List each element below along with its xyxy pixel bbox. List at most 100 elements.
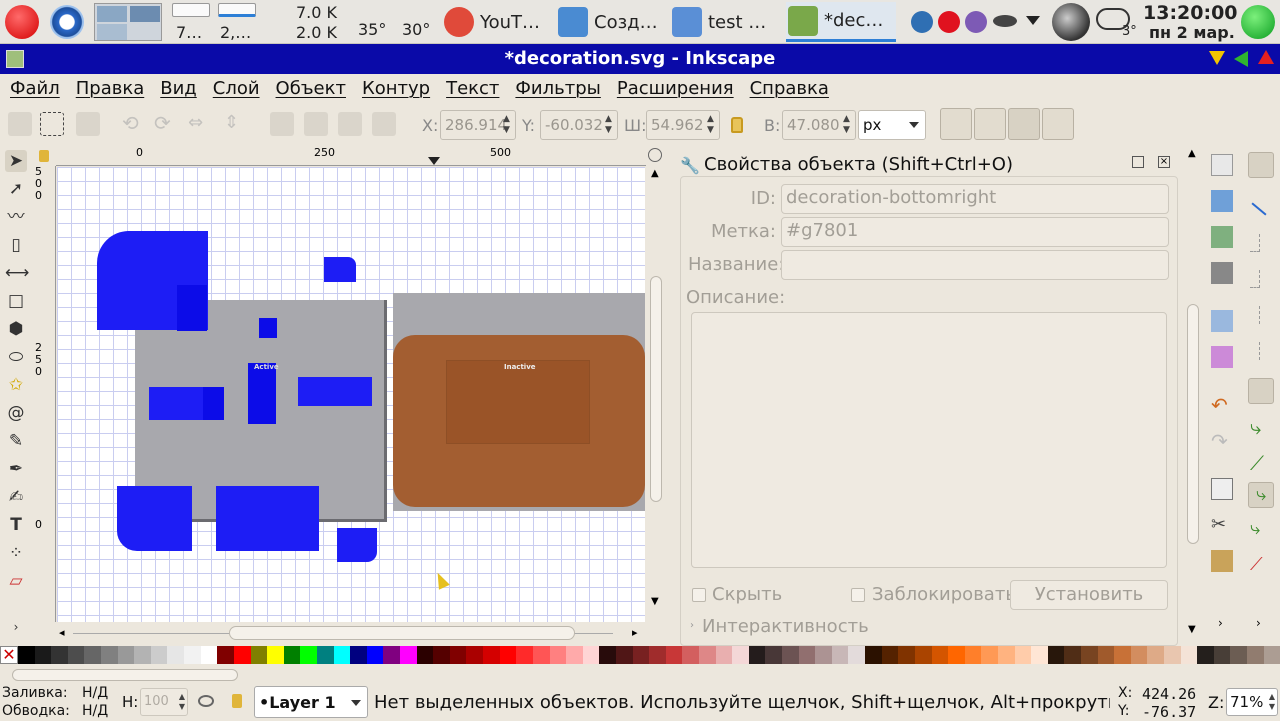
clock-date[interactable]: пн 2 мар. (1149, 23, 1235, 42)
palette-swatch[interactable] (931, 646, 949, 664)
task-youtube[interactable]: YouT… (442, 2, 550, 42)
palette-scrollbar[interactable] (0, 666, 1280, 684)
palette-swatch[interactable] (632, 646, 650, 664)
viber-tray-icon[interactable] (965, 11, 987, 33)
lower-icon[interactable] (338, 112, 362, 136)
name-field[interactable] (781, 250, 1169, 280)
palette-swatch[interactable] (715, 646, 733, 664)
layer-lock-icon[interactable] (232, 694, 242, 708)
menu-view[interactable]: Вид (152, 74, 205, 104)
palette-swatch[interactable] (67, 646, 85, 664)
task-inkscape[interactable]: *dec… (786, 2, 896, 42)
commands-more-arrow-icon[interactable]: › (1218, 616, 1223, 630)
snap-bbox-corners-icon[interactable] (1250, 270, 1272, 292)
menu-path[interactable]: Контур (354, 74, 438, 104)
scroll-right-arrow-icon[interactable]: ▸ (632, 626, 638, 639)
palette-swatch[interactable] (101, 646, 118, 664)
maximize-icon[interactable] (1234, 51, 1248, 67)
scroll-up-arrow-icon[interactable]: ▲ (651, 168, 659, 179)
close-icon[interactable] (1258, 50, 1274, 64)
palette-swatch[interactable] (18, 646, 35, 664)
open-document-icon[interactable] (1211, 190, 1233, 212)
palette-swatch[interactable] (948, 646, 965, 664)
tweak-tool-icon[interactable]: 〰 (5, 206, 27, 228)
select-all-layers-icon[interactable] (40, 112, 64, 136)
layer-select[interactable]: •Layer 1 (254, 686, 368, 718)
desktop-2-thumb[interactable] (130, 6, 160, 22)
menu-help[interactable]: Справка (742, 74, 837, 104)
palette-swatch[interactable] (283, 646, 301, 664)
palette-swatch[interactable] (416, 646, 434, 664)
ellipse-tool-icon[interactable]: ⬭ (5, 346, 27, 368)
deselect-icon[interactable] (76, 112, 100, 136)
palette-swatch[interactable] (964, 646, 982, 664)
toolbox-scroll-icon[interactable]: › (5, 616, 27, 638)
snap-intersections-icon[interactable]: ⟋ (1250, 452, 1272, 474)
save-document-icon[interactable] (1211, 226, 1233, 248)
menu-layer[interactable]: Слой (205, 74, 268, 104)
palette-swatch[interactable] (748, 646, 766, 664)
scale-corners-icon[interactable] (974, 108, 1006, 140)
palette-swatch[interactable] (765, 646, 783, 664)
palette-swatch[interactable] (599, 646, 616, 664)
opera-tray-icon[interactable] (938, 11, 960, 33)
palette-swatch[interactable] (499, 646, 517, 664)
lock-checkbox[interactable] (851, 588, 865, 602)
palette-swatch[interactable] (582, 646, 600, 664)
palette-swatch[interactable] (466, 646, 484, 664)
palette-swatch[interactable] (898, 646, 915, 664)
layer-visibility-icon[interactable] (198, 695, 214, 707)
palette-swatch[interactable] (1197, 646, 1214, 664)
pencil-tool-icon[interactable]: ✎ (5, 430, 27, 452)
zoom-tool-icon[interactable]: ▯ (5, 234, 27, 256)
panel-scrollbar[interactable]: ▲ ▼ (1186, 146, 1200, 640)
palette-swatch[interactable] (516, 646, 533, 664)
network-tray-icon[interactable] (993, 15, 1017, 27)
snap-bbox-centers-icon[interactable] (1250, 342, 1272, 364)
palette-swatch[interactable] (1164, 646, 1181, 664)
spiral-tool-icon[interactable]: @ (5, 402, 27, 424)
redo-icon[interactable]: ↷ (1211, 430, 1233, 452)
cut-icon[interactable]: ✂ (1211, 514, 1233, 536)
selector-tool-icon[interactable]: ➤ (5, 150, 27, 172)
palette-swatch[interactable] (914, 646, 932, 664)
palette-swatch[interactable] (200, 646, 218, 664)
palette-swatch[interactable] (831, 646, 849, 664)
menu-object[interactable]: Объект (268, 74, 354, 104)
menu-filters[interactable]: Фильтры (507, 74, 608, 104)
palette-swatch[interactable] (366, 646, 384, 664)
scroll-down-arrow-icon[interactable]: ▼ (1188, 624, 1196, 635)
palette-swatch[interactable] (250, 646, 268, 664)
palette-swatch[interactable] (1097, 646, 1115, 664)
node-tool-icon[interactable]: ➚ (5, 178, 27, 200)
spray-tool-icon[interactable]: ⁘ (5, 542, 27, 564)
export-icon[interactable] (1211, 346, 1233, 368)
spin-arrows-icon[interactable]: ▲ ▼ (1269, 692, 1275, 712)
palette-swatch[interactable] (84, 646, 102, 664)
palette-swatch[interactable] (1064, 646, 1081, 664)
scroll-left-arrow-icon[interactable]: ◂ (59, 626, 65, 639)
palette-swatch[interactable] (117, 646, 135, 664)
rotate-cw-icon[interactable]: ⟳ (154, 112, 178, 136)
scrollbar-thumb[interactable] (229, 626, 575, 640)
decoration-small-square[interactable] (259, 318, 277, 338)
task-file-manager[interactable]: test … (670, 2, 778, 42)
scrollbar-thumb[interactable] (650, 276, 662, 502)
desktop-counter-2[interactable]: 2,… (218, 3, 258, 42)
canvas-vertical-scrollbar[interactable]: ▲ ▼ (648, 146, 664, 626)
snap-paths-icon[interactable]: ⤷ (1250, 416, 1272, 438)
snap-smooth-nodes-icon[interactable]: ⤷ (1250, 518, 1272, 540)
panel-close-icon[interactable]: × (1158, 156, 1170, 168)
width-field[interactable]: 54.962 ▲ ▼ (646, 110, 720, 140)
expander-arrow-icon[interactable]: › (690, 620, 694, 631)
app-menu-icon[interactable] (5, 5, 39, 39)
palette-swatch[interactable] (782, 646, 799, 664)
color-palette[interactable] (18, 646, 1280, 664)
palette-swatch[interactable] (1047, 646, 1065, 664)
palette-swatch[interactable] (848, 646, 866, 664)
print-icon[interactable] (1211, 262, 1233, 284)
palette-swatch[interactable] (134, 646, 151, 664)
palette-swatch[interactable] (881, 646, 899, 664)
scrollbar-thumb[interactable] (12, 669, 238, 681)
menu-extensions[interactable]: Расширения (609, 74, 742, 104)
